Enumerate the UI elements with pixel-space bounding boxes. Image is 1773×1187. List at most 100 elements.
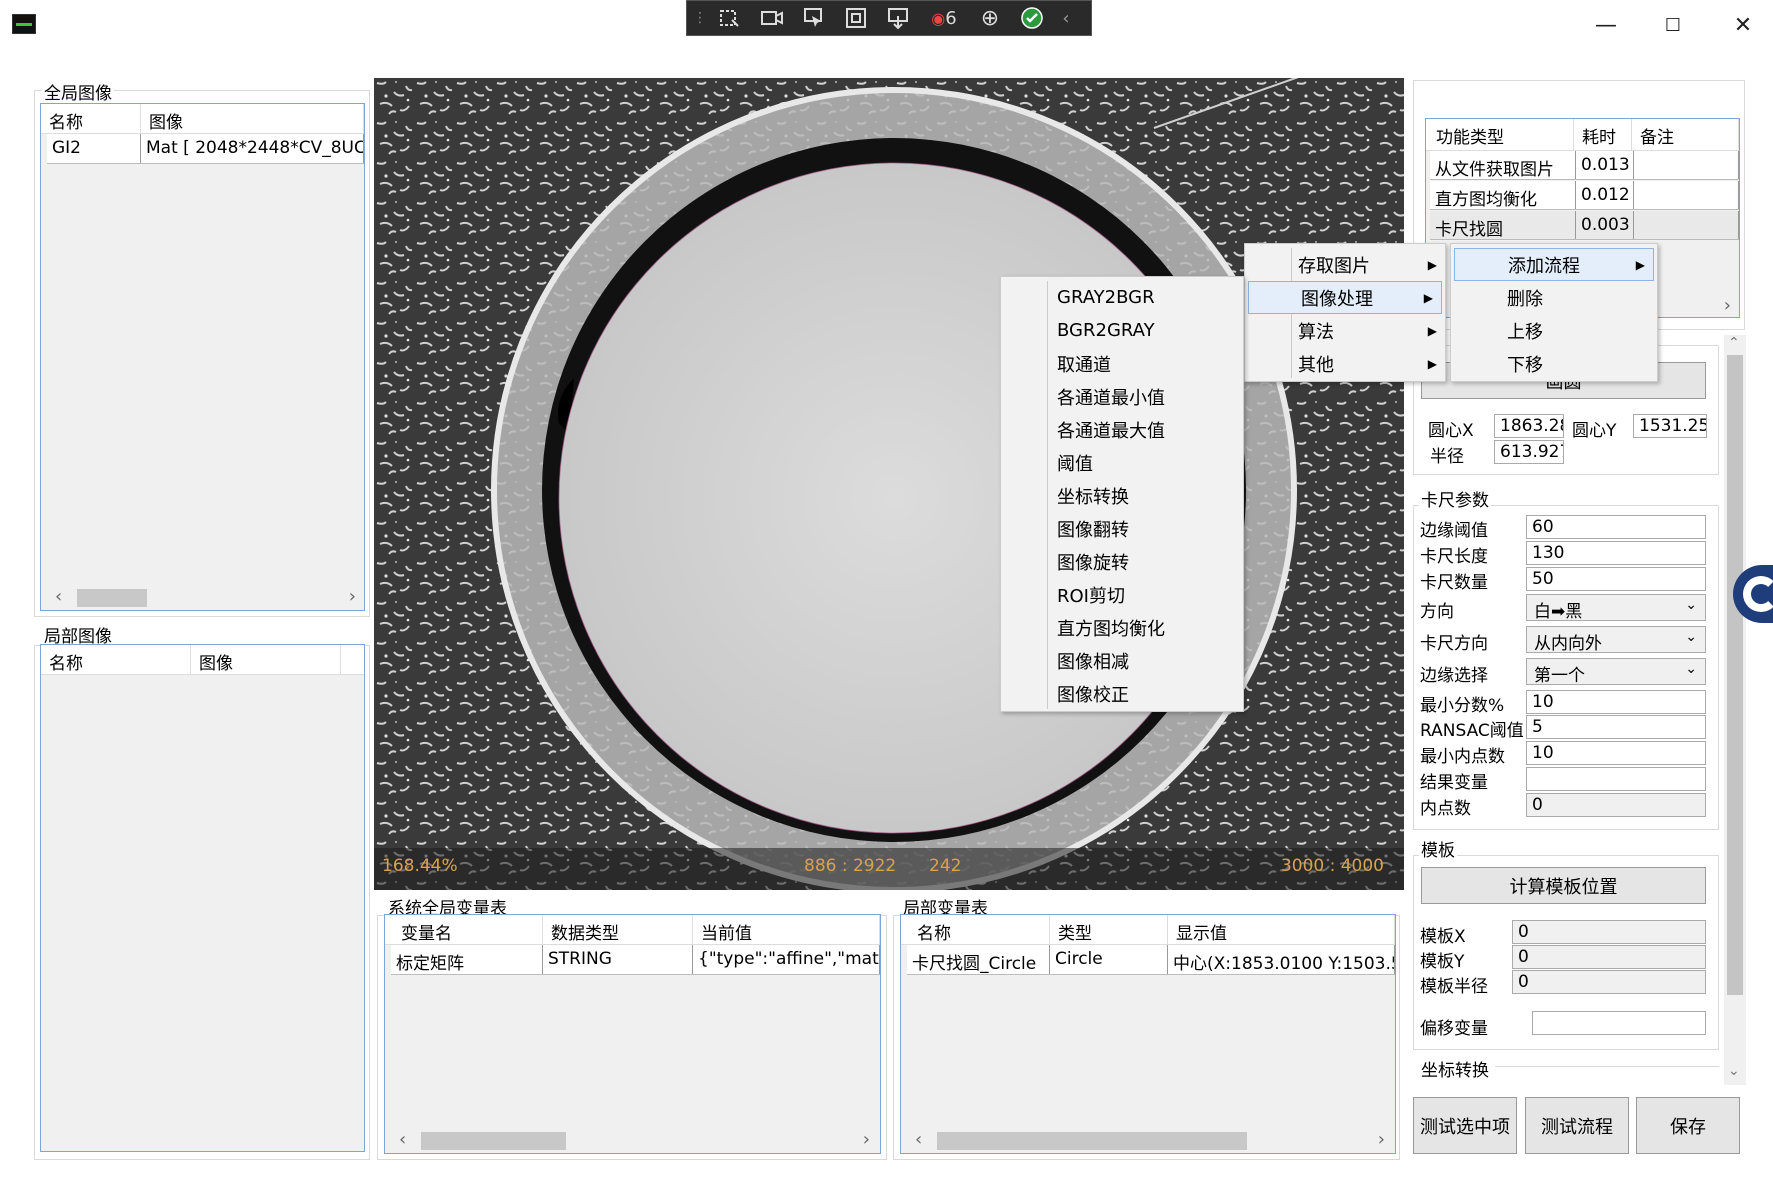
ransac-threshold-field[interactable]: 5 (1526, 715, 1706, 739)
pointer-select-button[interactable] (795, 3, 833, 33)
image-viewer[interactable]: 168.44% 886 : 2922 242 3000 : 4000 (374, 78, 1404, 890)
col-remark[interactable]: 备注 (1632, 119, 1739, 150)
col-current-value[interactable]: 当前值 (693, 915, 880, 944)
min-inliers-field[interactable]: 10 (1526, 741, 1706, 765)
menu-item-threshold[interactable]: 阈值 (1001, 446, 1243, 479)
assistant-icon (1743, 576, 1773, 612)
table-row[interactable]: 直方图均衡化 0.012 (1430, 181, 1739, 210)
col-data-type[interactable]: 数据类型 (543, 915, 693, 944)
menu-item-flip[interactable]: 图像翻转 (1001, 512, 1243, 545)
scroll-right-icon[interactable]: › (349, 586, 356, 607)
scroll-down-icon[interactable]: ⌄ (1728, 1063, 1740, 1079)
image-processing-submenu: GRAY2BGR BGR2GRAY 取通道 各通道最小值 各通道最大值 阈值 坐… (1000, 276, 1244, 712)
table-row[interactable]: 标定矩阵 STRING {"type":"affine","matr (391, 945, 880, 975)
scroll-left-icon[interactable]: ‹ (915, 1129, 922, 1150)
edge-threshold-field[interactable]: 60 (1526, 515, 1706, 539)
scroll-right-icon[interactable]: › (863, 1129, 870, 1150)
grip-icon: ⋮ (693, 10, 707, 26)
chevron-down-icon: ⌄ (1685, 661, 1697, 677)
col-function-type[interactable]: 功能类型 (1426, 119, 1574, 150)
menu-item-add-flow[interactable]: 添加流程 ▶ (1454, 248, 1654, 281)
check-circle-icon (1021, 7, 1043, 29)
col-name[interactable]: 名称 (41, 104, 141, 133)
edge-select[interactable]: 第一个 ⌄ (1526, 658, 1706, 686)
window-capture-button[interactable] (837, 3, 875, 33)
scroll-thumb[interactable] (77, 589, 147, 607)
result-variable-field[interactable] (1526, 767, 1706, 791)
save-button[interactable]: 保存 (1636, 1097, 1740, 1154)
menu-item-correction[interactable]: 图像校正 (1001, 677, 1243, 710)
menu-item-algorithm[interactable]: 算法 ▶ (1245, 314, 1445, 347)
param-vscroll[interactable]: ⌃ ⌄ (1724, 335, 1746, 1085)
scroll-thumb[interactable] (1727, 355, 1743, 995)
record-count-button[interactable]: ◉ 6 (921, 3, 967, 33)
scroll-thumb[interactable] (421, 1132, 566, 1150)
col-name[interactable]: 名称 (41, 645, 191, 674)
collapse-toolbar-button[interactable]: ‹ (1055, 3, 1077, 33)
menu-item-channel-min[interactable]: 各通道最小值 (1001, 380, 1243, 413)
record-video-button[interactable] (753, 3, 791, 33)
menu-item-delete[interactable]: 删除 (1451, 281, 1657, 314)
direction-select[interactable]: 白➡黑 ⌄ (1526, 594, 1706, 622)
chevron-down-icon: ⌄ (1685, 629, 1697, 645)
menu-item-subtract[interactable]: 图像相减 (1001, 644, 1243, 677)
ransac-threshold-label: RANSAC阈值 (1420, 721, 1524, 741)
col-image[interactable]: 图像 (141, 104, 364, 133)
col-name[interactable]: 名称 (901, 915, 1050, 944)
scroll-up-icon[interactable]: ⌃ (1728, 335, 1740, 351)
menu-item-roi-crop[interactable]: ROI剪切 (1001, 578, 1243, 611)
scroll-right-icon[interactable]: › (1724, 295, 1731, 316)
maximize-button[interactable]: ☐ (1650, 10, 1696, 40)
calc-template-button[interactable]: 计算模板位置 (1421, 867, 1706, 904)
scroll-capture-button[interactable] (879, 3, 917, 33)
test-selected-button[interactable]: 测试选中项 (1413, 1097, 1517, 1154)
menu-item-coord-transform[interactable]: 坐标转换 (1001, 479, 1243, 512)
close-button[interactable]: ✕ (1720, 10, 1766, 40)
test-flow-button[interactable]: 测试流程 (1525, 1097, 1629, 1154)
min-score-field[interactable]: 10 (1526, 690, 1706, 714)
menu-item-extract-channel[interactable]: 取通道 (1001, 347, 1243, 380)
center-x-field[interactable]: 1863.28 (1494, 414, 1564, 438)
table-row-selected[interactable]: 卡尺找圆 0.003 (1430, 211, 1739, 240)
caliper-length-label: 卡尺长度 (1420, 547, 1488, 567)
col-var-name[interactable]: 变量名 (385, 915, 543, 944)
scroll-right-icon[interactable]: › (1378, 1129, 1385, 1150)
global-images-grid: 名称 图像 GI2 Mat [ 2048*2448*CV_8UC ‹ › (40, 103, 365, 611)
caliper-count-field[interactable]: 50 (1526, 567, 1706, 591)
menu-item-image-processing[interactable]: 图像处理 ▶ (1248, 281, 1442, 314)
record-count: 6 (945, 7, 957, 29)
global-images-hscroll[interactable]: ‹ › (41, 584, 364, 610)
radius-field[interactable]: 613.927 (1494, 440, 1564, 464)
menu-item-bgr2gray[interactable]: BGR2GRAY (1001, 314, 1243, 347)
menu-item-other[interactable]: 其他 ▶ (1245, 347, 1445, 380)
menu-item-gray2bgr[interactable]: GRAY2BGR (1001, 281, 1243, 314)
accessibility-button[interactable]: ⊕ (971, 3, 1009, 33)
menu-label: 上移 (1507, 321, 1543, 343)
col-image[interactable]: 图像 (191, 645, 341, 674)
col-type[interactable]: 类型 (1050, 915, 1168, 944)
capture-region-button[interactable] (711, 3, 749, 33)
center-y-field[interactable]: 1531.25 (1633, 414, 1707, 438)
scroll-left-icon[interactable]: ‹ (55, 586, 62, 607)
caliper-length-field[interactable]: 130 (1526, 541, 1706, 565)
local-vars-hscroll[interactable]: ‹ › (901, 1127, 1395, 1153)
minimize-button[interactable]: — (1583, 10, 1629, 40)
scroll-left-icon[interactable]: ‹ (399, 1129, 406, 1150)
caliper-direction-select[interactable]: 从内向外 ⌄ (1526, 626, 1706, 654)
menu-item-move-down[interactable]: 下移 (1451, 347, 1657, 380)
menu-item-channel-max[interactable]: 各通道最大值 (1001, 413, 1243, 446)
offset-variable-field[interactable] (1532, 1011, 1706, 1035)
menu-item-histogram-eq[interactable]: 直方图均衡化 (1001, 611, 1243, 644)
col-display-value[interactable]: 显示值 (1168, 915, 1395, 944)
sys-vars-hscroll[interactable]: ‹ › (385, 1127, 880, 1153)
menu-item-rotate[interactable]: 图像旋转 (1001, 545, 1243, 578)
menu-item-save-image[interactable]: 存取图片 ▶ (1245, 248, 1445, 281)
table-row[interactable]: 从文件获取图片 0.013 (1430, 151, 1739, 180)
confirm-button[interactable] (1013, 3, 1051, 33)
col-duration[interactable]: 耗时 (1574, 119, 1632, 150)
coord-transform-title: 坐标转换 (1419, 1056, 1491, 1081)
table-row[interactable]: GI2 Mat [ 2048*2448*CV_8UC (47, 134, 364, 164)
table-row[interactable]: 卡尺找圆_Circle Circle 中心(X:1853.0100 Y:1503… (907, 945, 1395, 975)
menu-item-move-up[interactable]: 上移 (1451, 314, 1657, 347)
scroll-thumb[interactable] (937, 1132, 1247, 1150)
